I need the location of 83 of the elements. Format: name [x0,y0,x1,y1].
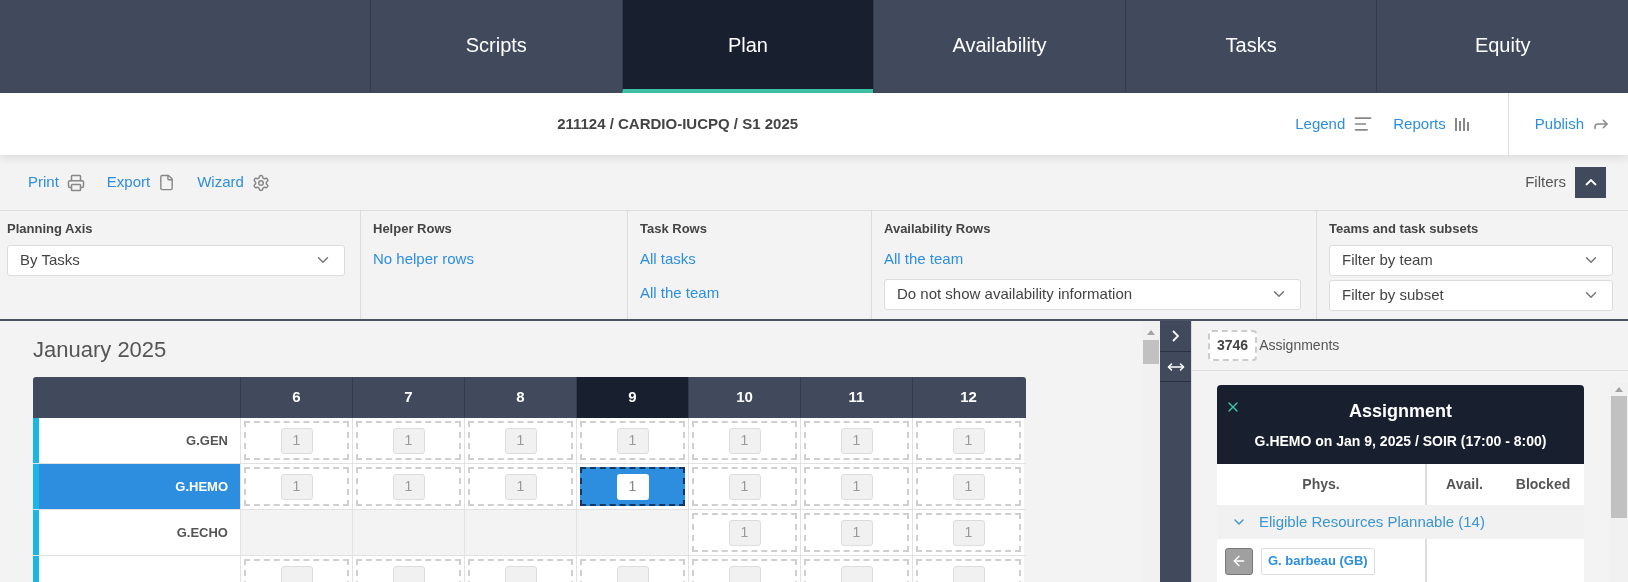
slot-count: 1 [728,473,761,500]
scrollbar-thumb[interactable] [1143,340,1159,364]
slot-count: 1 [280,473,313,500]
toolbar-link[interactable]: Export [106,171,176,194]
slot-count: 1 [504,427,537,454]
slot-count: 1 [616,473,649,500]
filter-link[interactable]: All the team [884,248,964,271]
slot-count: 1 [952,519,985,546]
printer-icon [66,173,85,192]
filter-heading: Teams and task subsets [1329,220,1480,238]
toolbar-link[interactable]: Print [28,171,85,194]
toolbar-link[interactable]: Wizard [197,171,270,194]
arrow-left-icon [1231,553,1247,569]
header-link[interactable]: Legend [1295,112,1374,136]
slot-count: 1 [952,473,985,500]
dropdown-field[interactable]: Filter by subset [1329,279,1613,311]
filter-heading: Planning Axis [7,220,94,238]
slot-count: 1 [728,427,761,454]
dropdown-field[interactable]: By Tasks [7,244,345,276]
assignment-slot[interactable]: 1 [916,421,1021,460]
assignment-slot[interactable]: 1 [804,467,909,506]
slot-count: 1 [840,473,873,500]
filter-link[interactable]: All the team [640,282,720,305]
slot-count: 1 [280,427,313,454]
row-label[interactable]: G.HEMO [39,464,240,509]
bar-chart-icon [1453,116,1470,132]
scroll-up-arrow-icon[interactable] [1615,387,1623,392]
assignment-slot[interactable]: 1 [356,421,461,460]
nav-tab[interactable]: Plan [621,0,874,93]
filter-link[interactable]: All tasks [640,248,696,271]
header-link[interactable]: Publish [1534,112,1610,136]
card-title: Assignment [1349,399,1452,423]
plan-title: 211124 / CARDIO-IUCPQ / S1 2025 [557,113,799,134]
assignment-count: 3746 [1208,330,1258,361]
filter-heading: Availability Rows [884,220,992,238]
month-title: January 2025 [33,336,168,364]
document-icon [158,174,176,191]
slot-count: 1 [952,427,985,454]
assignment-slot[interactable]: 1 [580,467,685,506]
count-label: Assignments [1259,336,1340,355]
assignment-slot[interactable]: 1 [244,421,349,460]
header-link[interactable]: Reports [1393,112,1470,136]
slot-count: 1 [840,427,873,454]
slot-count: 1 [616,427,649,454]
card-subtitle: G.HEMO on Jan 9, 2025 / SOIR (17:00 - 8:00) [1254,431,1547,451]
assignment-slot[interactable]: 1 [916,467,1021,506]
slot-count: 1 [392,473,425,500]
settings-icon [251,173,270,192]
day-header[interactable]: 9 [576,377,688,418]
group-toggle[interactable]: Eligible Resources Plannable (14) [1217,505,1584,539]
filter-heading: Helper Rows [373,220,453,238]
assignment-slot[interactable]: 1 [356,467,461,506]
filter-link[interactable]: No helper rows [373,248,474,271]
assignment-slot[interactable]: 1 [692,513,797,552]
dropdown-field[interactable]: Filter by team [1329,244,1613,276]
chevron-right-icon [1172,330,1179,342]
filters-label: Filters [1525,172,1566,193]
filters-toggle-button[interactable] [1575,167,1606,198]
assignment-slot[interactable]: 1 [580,421,685,460]
column-header: Avail. [1445,475,1484,494]
slot-count: 1 [504,473,537,500]
scrollbar-thumb[interactable] [1611,396,1627,518]
scroll-up-arrow-icon[interactable] [1147,330,1155,335]
slot-count: 1 [840,519,873,546]
row-label[interactable]: G.GEN [39,418,240,463]
dropdown-field[interactable]: Do not show availability information [884,278,1301,310]
assign-button[interactable] [1225,547,1253,575]
lines-icon [1353,114,1374,134]
assignment-slot[interactable]: 1 [804,421,909,460]
assignment-slot[interactable]: 1 [468,467,573,506]
slot-count: 1 [728,519,761,546]
chevron-up-icon [1584,179,1597,186]
column-header: Blocked [1514,475,1572,494]
row-label[interactable]: G.ECHO [39,510,240,555]
assignment-slot[interactable]: 1 [244,467,349,506]
assignment-slot[interactable]: 1 [692,421,797,460]
assignment-slot[interactable]: 1 [468,421,573,460]
filter-heading: Task Rows [640,220,708,238]
resource-button[interactable]: G. barbeau (GB) [1261,547,1375,575]
assignment-slot[interactable]: 1 [916,513,1021,552]
slot-count: 1 [392,427,425,454]
assignment-slot[interactable]: 1 [692,467,797,506]
assignment-slot[interactable]: 1 [804,513,909,552]
